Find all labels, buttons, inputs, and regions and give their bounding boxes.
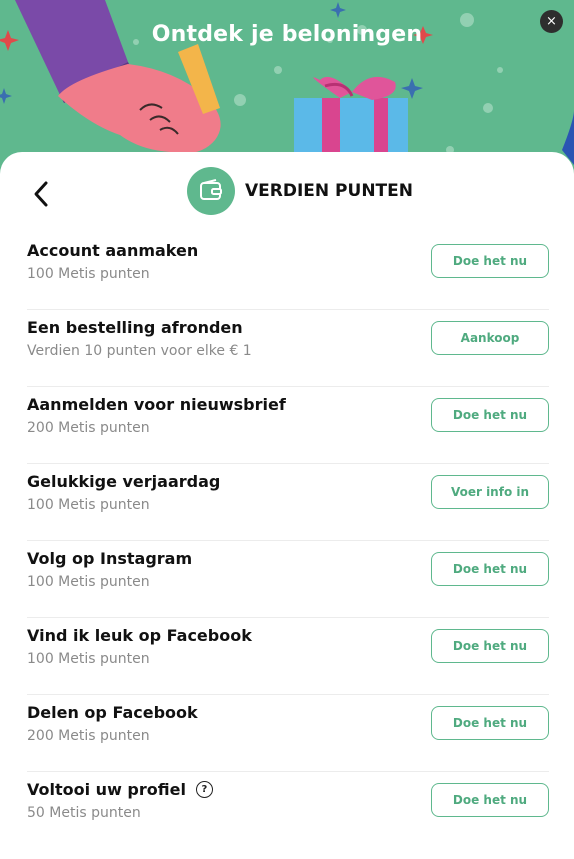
item-title: Delen op Facebook	[27, 703, 198, 722]
item-title: Volg op Instagram	[27, 549, 193, 568]
earn-points-panel: VERDIEN PUNTEN Account aanmaken 100 Meti…	[0, 152, 574, 859]
item-title: Aanmelden voor nieuwsbrief	[27, 395, 286, 414]
list-item: Een bestelling afronden Verdien 10 punte…	[27, 310, 549, 387]
list-item: Aanmelden voor nieuwsbrief 200 Metis pun…	[27, 387, 549, 464]
item-subtitle: 100 Metis punten	[27, 497, 150, 513]
list-item: Gelukkige verjaardag 100 Metis punten Vo…	[27, 464, 549, 541]
newsletter-button[interactable]: Doe het nu	[431, 398, 549, 432]
item-title: Account aanmaken	[27, 241, 199, 260]
item-subtitle: Verdien 10 punten voor elke € 1	[27, 343, 252, 359]
item-subtitle: 100 Metis punten	[27, 266, 150, 282]
help-icon[interactable]: ?	[195, 781, 213, 798]
item-title: Een bestelling afronden	[27, 318, 243, 337]
item-subtitle: 200 Metis punten	[27, 420, 150, 436]
wallet-icon	[200, 179, 222, 200]
item-subtitle: 50 Metis punten	[27, 805, 141, 821]
instagram-follow-button[interactable]: Doe het nu	[431, 552, 549, 586]
section-title: VERDIEN PUNTEN	[245, 181, 413, 201]
list-item: Vind ik leuk op Facebook 100 Metis punte…	[27, 618, 549, 695]
close-icon[interactable]: ×	[546, 14, 557, 29]
purchase-button[interactable]: Aankoop	[431, 321, 549, 355]
facebook-like-button[interactable]: Doe het nu	[431, 629, 549, 663]
list-item: Account aanmaken 100 Metis punten Doe he…	[27, 233, 549, 310]
item-subtitle: 100 Metis punten	[27, 574, 150, 590]
list-item: Delen op Facebook 200 Metis punten Doe h…	[27, 695, 549, 772]
item-subtitle: 100 Metis punten	[27, 651, 150, 667]
item-title: Voltooi uw profiel	[27, 780, 186, 799]
birthday-button[interactable]: Voer info in	[431, 475, 549, 509]
earn-actions-list: Account aanmaken 100 Metis punten Doe he…	[27, 233, 549, 849]
section-header: VERDIEN PUNTEN	[187, 167, 413, 215]
list-item: Volg op Instagram 100 Metis punten Doe h…	[27, 541, 549, 618]
rewards-title: Ontdek je beloningen	[151, 22, 423, 47]
item-title-wrapper: Voltooi uw profiel ?	[27, 780, 213, 799]
complete-profile-button[interactable]: Doe het nu	[431, 783, 549, 817]
item-subtitle: 200 Metis punten	[27, 728, 150, 744]
item-title: Gelukkige verjaardag	[27, 472, 221, 491]
close-button[interactable]: ×	[540, 10, 563, 33]
item-title: Vind ik leuk op Facebook	[27, 626, 252, 645]
facebook-share-button[interactable]: Doe het nu	[431, 706, 549, 740]
create-account-button[interactable]: Doe het nu	[431, 244, 549, 278]
chevron-left-icon[interactable]	[30, 180, 54, 208]
list-item: Voltooi uw profiel ? 50 Metis punten Doe…	[27, 772, 549, 849]
wallet-icon-badge	[187, 167, 235, 215]
back-button[interactable]	[30, 180, 54, 208]
